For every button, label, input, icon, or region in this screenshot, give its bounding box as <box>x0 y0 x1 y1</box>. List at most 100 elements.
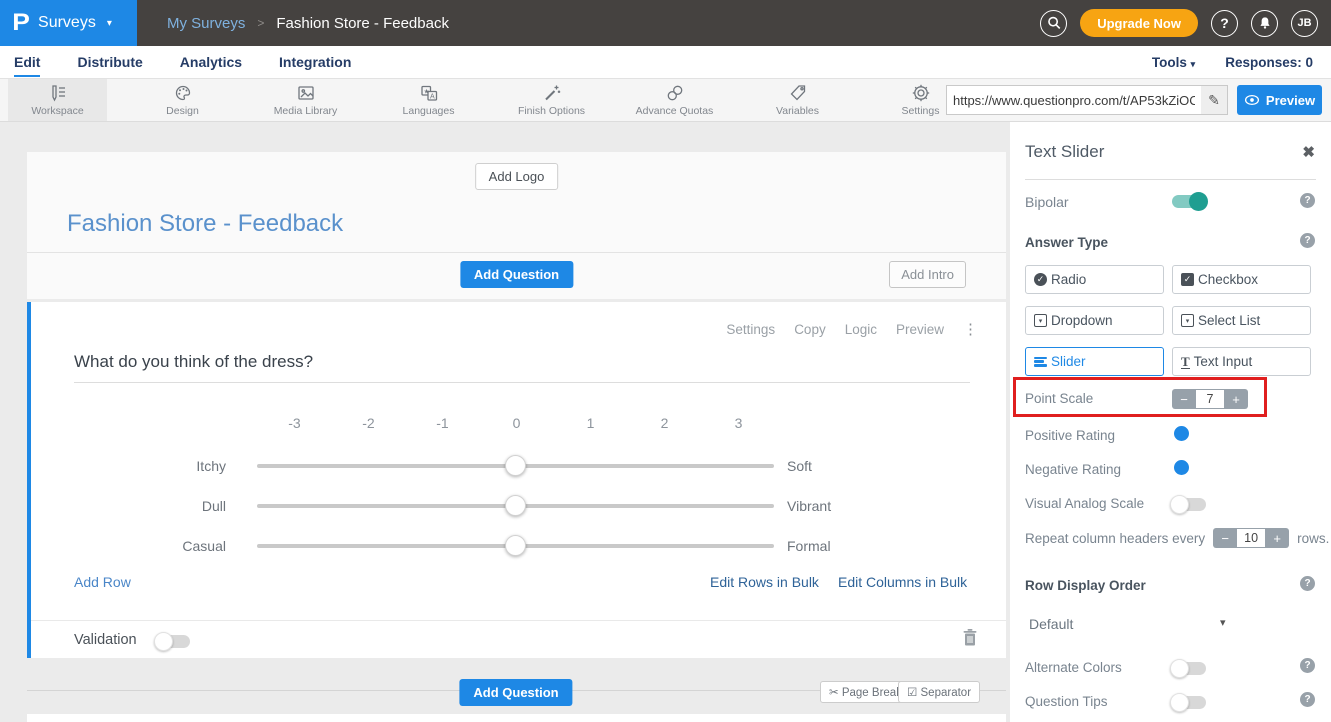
row-display-order-label: Row Display Order <box>1025 578 1146 593</box>
answer-type-text-input[interactable]: TText Input <box>1172 347 1311 376</box>
repeat-decrement-button[interactable]: − <box>1213 528 1237 548</box>
question-settings-link[interactable]: Settings <box>726 322 775 337</box>
survey-url-input[interactable] <box>947 93 1201 108</box>
magic-wand-icon <box>542 83 562 103</box>
question-copy-link[interactable]: Copy <box>794 322 826 337</box>
tools-dropdown[interactable]: Tools ▾ <box>1152 55 1195 70</box>
chevron-down-icon: ▾ <box>107 18 112 29</box>
edit-rows-in-bulk-link[interactable]: Edit Rows in Bulk <box>710 574 819 590</box>
upgrade-now-button[interactable]: Upgrade Now <box>1080 9 1198 37</box>
questionpro-logo-icon: P <box>12 11 30 35</box>
slider-track[interactable] <box>257 464 774 468</box>
question-logic-link[interactable]: Logic <box>845 322 877 337</box>
answer-type-dropdown[interactable]: ▾Dropdown <box>1025 306 1164 335</box>
add-question-button-bottom[interactable]: Add Question <box>459 679 572 706</box>
search-button[interactable] <box>1040 10 1067 37</box>
toolbar-item-languages[interactable]: A★ Languages <box>381 79 476 121</box>
slider-handle[interactable] <box>505 495 526 516</box>
question-tips-help-icon[interactable]: ? <box>1300 692 1315 707</box>
answer-type-checkbox[interactable]: ✓Checkbox <box>1172 265 1311 294</box>
question-preview-link[interactable]: Preview <box>896 322 944 337</box>
translate-icon: A★ <box>419 83 439 103</box>
add-intro-button[interactable]: Add Intro <box>889 261 966 288</box>
slider-row-dull-vibrant: Dull Vibrant <box>31 486 1006 526</box>
palette-icon <box>173 83 193 103</box>
close-icon[interactable]: ✖ <box>1302 143 1315 161</box>
toolbar-item-workspace[interactable]: Workspace <box>8 79 107 121</box>
point-scale-increment-button[interactable]: + <box>1224 389 1248 409</box>
brand-menu[interactable]: P Surveys ▾ <box>0 0 137 46</box>
point-scale-value-input[interactable] <box>1196 389 1224 409</box>
answer-type-slider[interactable]: Slider <box>1025 347 1164 376</box>
repeat-value-input[interactable] <box>1237 528 1265 548</box>
kebab-menu-icon[interactable]: ⋮ <box>963 320 978 338</box>
point-scale-stepper: − + <box>1172 389 1248 409</box>
tab-distribute[interactable]: Distribute <box>77 48 142 77</box>
point-scale-decrement-button[interactable]: − <box>1172 389 1196 409</box>
user-avatar[interactable]: JB <box>1291 10 1318 37</box>
slider-track[interactable] <box>257 504 774 508</box>
divider <box>27 252 1006 253</box>
topbar-actions: Upgrade Now ? JB <box>1040 9 1331 37</box>
tab-edit[interactable]: Edit <box>14 48 40 77</box>
tab-analytics[interactable]: Analytics <box>180 48 242 77</box>
bipolar-toggle[interactable] <box>1172 195 1206 208</box>
breadcrumb: My Surveys > Fashion Store - Feedback <box>167 15 449 32</box>
positive-rating-indicator[interactable] <box>1174 426 1189 441</box>
answer-type-radio[interactable]: ✓Radio <box>1025 265 1164 294</box>
divider <box>31 620 1006 621</box>
toolbar-item-advance-quotas[interactable]: Advance Quotas <box>627 79 722 121</box>
visual-analog-scale-toggle[interactable] <box>1172 498 1206 511</box>
breadcrumb-my-surveys[interactable]: My Surveys <box>167 15 245 32</box>
answer-type-help-icon[interactable]: ? <box>1300 233 1315 248</box>
bipolar-help-icon[interactable]: ? <box>1300 193 1315 208</box>
edit-url-pencil-icon[interactable]: ✎ <box>1201 86 1227 114</box>
separator-button[interactable]: ☑ Separator <box>898 681 980 703</box>
validation-toggle[interactable] <box>156 635 190 648</box>
question-text[interactable]: What do you think of the dress? <box>74 352 313 372</box>
question-tips-toggle[interactable] <box>1172 696 1206 709</box>
page-break-icon: ✂ <box>829 687 839 699</box>
visual-analog-scale-label: Visual Analog Scale <box>1025 496 1144 511</box>
add-row-link[interactable]: Add Row <box>74 574 131 590</box>
scale-label: 1 <box>575 415 606 431</box>
help-button[interactable]: ? <box>1211 10 1238 37</box>
row-display-order-select[interactable]: Default <box>1029 616 1073 632</box>
question-settings-panel: Text Slider ✖ Bipolar ? Answer Type ? ✓R… <box>1010 122 1331 722</box>
bipolar-label: Bipolar <box>1025 194 1069 210</box>
scale-label: 0 <box>501 415 532 431</box>
answer-type-select-list[interactable]: ▾Select List <box>1172 306 1311 335</box>
top-bar: P Surveys ▾ My Surveys > Fashion Store -… <box>0 0 1331 46</box>
row-right-label: Soft <box>787 458 812 474</box>
toolbar-item-variables[interactable]: Variables <box>750 79 845 121</box>
slider-track[interactable] <box>257 544 774 548</box>
slider-handle[interactable] <box>505 455 526 476</box>
toolbar-item-design[interactable]: Design <box>135 79 230 121</box>
radio-icon: ✓ <box>1034 273 1047 286</box>
row-right-label: Vibrant <box>787 498 831 514</box>
alternate-colors-toggle[interactable] <box>1172 662 1206 675</box>
select-list-icon: ▾ <box>1181 314 1194 327</box>
question-tips-label: Question Tips <box>1025 694 1108 709</box>
preview-button[interactable]: Preview <box>1237 85 1322 115</box>
next-section-card-edge <box>27 714 1006 722</box>
toolbar-item-media-library[interactable]: Media Library <box>258 79 353 121</box>
notifications-button[interactable] <box>1251 10 1278 37</box>
tab-integration[interactable]: Integration <box>279 48 351 77</box>
toolbar-item-finish-options[interactable]: Finish Options <box>504 79 599 121</box>
row-display-order-help-icon[interactable]: ? <box>1300 576 1315 591</box>
responses-count[interactable]: Responses: 0 <box>1225 55 1313 70</box>
survey-title[interactable]: Fashion Store - Feedback <box>67 210 343 238</box>
checkbox-icon: ✓ <box>1181 273 1194 286</box>
trash-icon <box>962 628 978 647</box>
edit-columns-in-bulk-link[interactable]: Edit Columns in Bulk <box>838 574 967 590</box>
alternate-colors-help-icon[interactable]: ? <box>1300 658 1315 673</box>
add-logo-button[interactable]: Add Logo <box>475 163 559 190</box>
survey-header-card: Add Logo Fashion Store - Feedback Add Qu… <box>27 152 1006 299</box>
add-question-button-top[interactable]: Add Question <box>460 261 573 288</box>
slider-handle[interactable] <box>505 535 526 556</box>
repeat-increment-button[interactable]: + <box>1265 528 1289 548</box>
delete-question-button[interactable] <box>962 628 978 652</box>
negative-rating-indicator[interactable] <box>1174 460 1189 475</box>
chevron-down-icon[interactable]: ▾ <box>1220 616 1226 629</box>
